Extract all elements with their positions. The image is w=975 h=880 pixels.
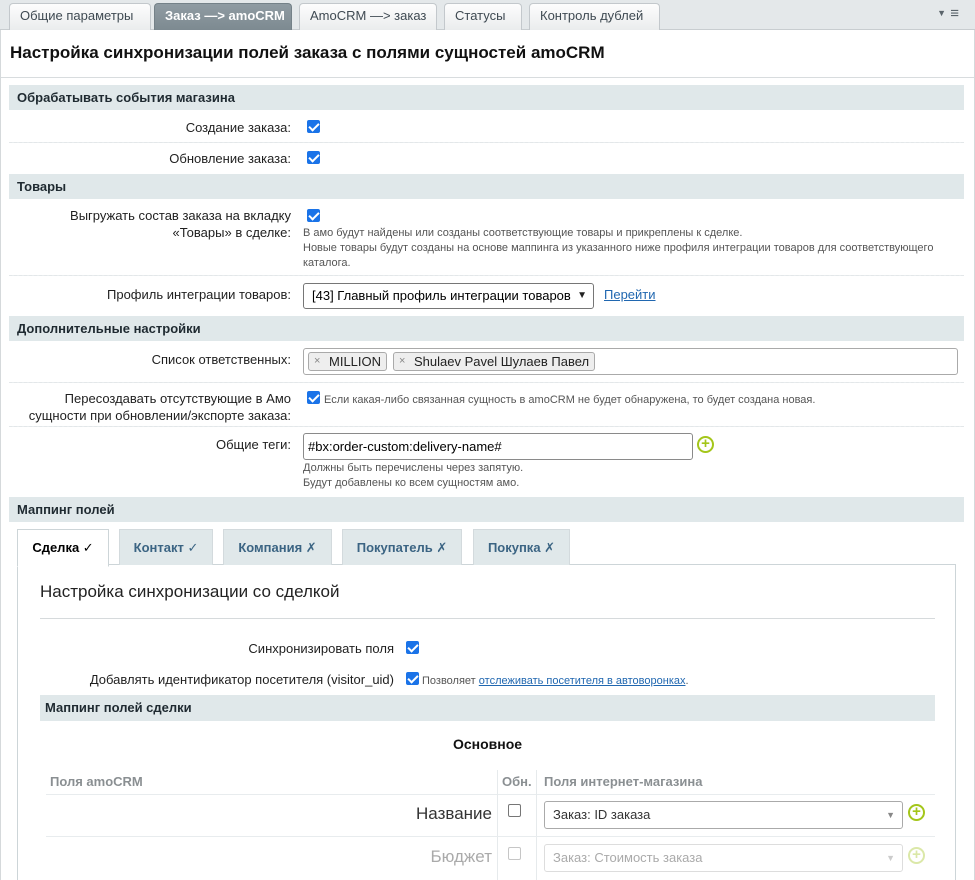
divider	[497, 770, 498, 880]
section-shop-events: Обрабатывать события магазина	[9, 85, 964, 110]
close-icon[interactable]: ×	[314, 353, 320, 370]
product-profile-select[interactable]: [43] Главный профиль интеграции товаров …	[303, 283, 594, 309]
visitor-uid-checkbox[interactable]	[406, 672, 419, 685]
divider	[536, 770, 537, 880]
tab-duplicate-control[interactable]: Контроль дублей	[529, 3, 660, 30]
shop-field-select[interactable]: Заказ: ID заказа ▼	[544, 801, 903, 829]
export-products-note: В амо будут найдены или созданы соответс…	[303, 227, 934, 269]
col-shop-fields: Поля интернет-магазина	[544, 774, 703, 789]
tab-general[interactable]: Общие параметры	[9, 3, 151, 30]
section-field-mapping: Маппинг полей	[9, 497, 964, 522]
section-products: Товары	[9, 174, 964, 199]
subtab-customer[interactable]: Покупатель ✗	[342, 529, 462, 565]
section-extra-settings: Дополнительные настройки	[9, 316, 964, 341]
subtab-company[interactable]: Компания ✗	[223, 529, 332, 565]
subtab-purchase[interactable]: Покупка ✗	[473, 529, 570, 565]
export-products-label: Выгружать состав заказа на вкладку «Това…	[70, 208, 291, 240]
export-products-checkbox[interactable]	[307, 209, 320, 222]
tab-order-to-amocrm[interactable]: Заказ —> amoCRM	[154, 3, 292, 30]
close-icon[interactable]: ×	[399, 353, 405, 370]
tab-amocrm-to-order[interactable]: AmoCRM —> заказ	[299, 3, 437, 30]
divider	[46, 836, 935, 837]
col-update: Обн.	[502, 774, 532, 789]
product-profile-label: Профиль интеграции товаров:	[107, 287, 291, 302]
tag-item: × Shulaev Pavel Шулаев Павел	[393, 352, 596, 371]
update-field-checkbox[interactable]	[508, 847, 521, 860]
subtab-deal[interactable]: Сделка ✓	[17, 529, 109, 567]
visitor-uid-label: Добавлять идентификатор посетителя (visi…	[89, 672, 394, 687]
chevron-down-icon: ▼	[886, 853, 895, 863]
divider	[1, 77, 974, 78]
sync-fields-checkbox[interactable]	[406, 641, 419, 654]
deal-field-name: Бюджет	[430, 847, 492, 866]
deal-field-name: Название	[416, 804, 492, 823]
responsible-tag-input[interactable]: × MILLION × Shulaev Pavel Шулаев Павел	[303, 348, 958, 375]
chevron-down-icon: ▼	[577, 290, 587, 301]
create-order-checkbox[interactable]	[307, 120, 320, 133]
divider	[40, 618, 935, 619]
top-tab-strip: Общие параметры Заказ —> amoCRM AmoCRM —…	[0, 0, 975, 30]
common-tags-input[interactable]: #bx:order-custom:delivery-name#	[303, 433, 693, 460]
update-field-checkbox[interactable]	[508, 804, 521, 817]
shop-field-select[interactable]: Заказ: Стоимость заказа ▼	[544, 844, 903, 872]
recreate-entities-note: Если какая-либо связанная сущность в amo…	[324, 394, 816, 406]
deal-sync-title: Настройка синхронизации со сделкой	[40, 582, 340, 601]
track-visitor-link[interactable]: отслеживать посетителя в автоворонках	[479, 675, 686, 687]
common-tags-note: Должны быть перечислены через запятую. Б…	[303, 462, 524, 489]
deal-mapping-panel	[17, 564, 956, 880]
add-icon[interactable]: +	[908, 804, 925, 821]
col-amocrm-fields: Поля amoCRM	[50, 774, 143, 789]
chevron-down-icon: ▼	[886, 810, 895, 820]
recreate-entities-checkbox[interactable]	[307, 391, 320, 404]
common-tags-label: Общие теги:	[215, 437, 291, 452]
goto-profile-link[interactable]: Перейти	[604, 287, 656, 302]
menu-icon[interactable]: ▼ ≡	[937, 5, 959, 22]
divider	[46, 794, 935, 795]
divider	[9, 382, 964, 383]
add-icon[interactable]: +	[908, 847, 925, 864]
tag-item: × MILLION	[308, 352, 388, 371]
visitor-uid-note: Позволяет отслеживать посетителя в автов…	[422, 675, 689, 687]
page-title: Настройка синхронизации полей заказа с п…	[10, 43, 605, 62]
group-title: Основное	[452, 736, 523, 752]
deal-field-mapping-section: Маппинг полей сделки	[40, 695, 935, 721]
sync-fields-label: Синхронизировать поля	[248, 641, 394, 656]
subtab-contact[interactable]: Контакт ✓	[119, 529, 213, 565]
divider	[9, 275, 964, 276]
create-order-label: Создание заказа:	[185, 120, 291, 135]
update-order-label: Обновление заказа:	[169, 151, 291, 166]
tab-statuses[interactable]: Статусы	[444, 3, 522, 30]
divider	[9, 142, 964, 143]
divider	[9, 426, 964, 427]
add-icon[interactable]: +	[697, 436, 714, 453]
responsible-label: Список ответственных:	[151, 352, 291, 367]
update-order-checkbox[interactable]	[307, 151, 320, 164]
recreate-entities-label: Пересоздавать отсутствующие в Амо сущнос…	[28, 391, 291, 423]
